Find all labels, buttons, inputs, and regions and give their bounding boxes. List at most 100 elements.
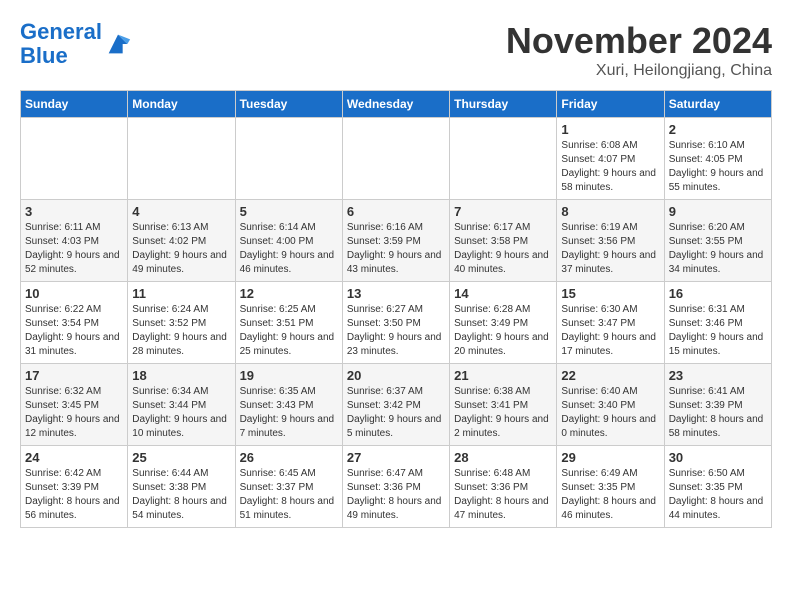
day-info: Sunrise: 6:44 AM Sunset: 3:38 PM Dayligh…	[132, 467, 230, 523]
calendar-cell: 26 Sunrise: 6:45 AM Sunset: 3:37 PM Dayli…	[235, 446, 342, 528]
calendar-cell	[128, 118, 235, 200]
day-number: 12	[240, 286, 338, 301]
day-info: Sunrise: 6:47 AM Sunset: 3:36 PM Dayligh…	[347, 467, 445, 523]
day-info: Sunrise: 6:31 AM Sunset: 3:46 PM Dayligh…	[669, 303, 767, 359]
day-number: 22	[561, 368, 659, 383]
logo: General Blue	[20, 20, 132, 68]
calendar-cell: 27 Sunrise: 6:47 AM Sunset: 3:36 PM Dayli…	[342, 446, 449, 528]
calendar-cell: 16Sunrise: 6:31 AM Sunset: 3:46 PM Dayli…	[664, 282, 771, 364]
calendar-header: SundayMondayTuesdayWednesdayThursdayFrid…	[21, 91, 772, 118]
day-info: Sunrise: 6:11 AM Sunset: 4:03 PM Dayligh…	[25, 221, 123, 277]
day-number: 21	[454, 368, 552, 383]
calendar-cell	[21, 118, 128, 200]
calendar-cell: 12 Sunrise: 6:25 AM Sunset: 3:51 PM Dayli…	[235, 282, 342, 364]
day-info: Sunrise: 6:20 AM Sunset: 3:55 PM Dayligh…	[669, 221, 767, 277]
calendar-cell: 22Sunrise: 6:40 AM Sunset: 3:40 PM Dayli…	[557, 364, 664, 446]
title-area: November 2024 Xuri, Heilongjiang, China	[506, 20, 772, 80]
day-number: 26	[240, 450, 338, 465]
weekday-header: Friday	[557, 91, 664, 118]
day-number: 24	[25, 450, 123, 465]
day-info: Sunrise: 6:37 AM Sunset: 3:42 PM Dayligh…	[347, 385, 445, 441]
calendar-cell: 1 Sunrise: 6:08 AM Sunset: 4:07 PM Daylig…	[557, 118, 664, 200]
calendar-body: 1 Sunrise: 6:08 AM Sunset: 4:07 PM Daylig…	[21, 118, 772, 528]
day-info: Sunrise: 6:38 AM Sunset: 3:41 PM Dayligh…	[454, 385, 552, 441]
calendar-cell: 30 Sunrise: 6:50 AM Sunset: 3:35 PM Dayli…	[664, 446, 771, 528]
calendar-cell: 29 Sunrise: 6:49 AM Sunset: 3:35 PM Dayli…	[557, 446, 664, 528]
day-number: 5	[240, 204, 338, 219]
day-info: Sunrise: 6:48 AM Sunset: 3:36 PM Dayligh…	[454, 467, 552, 523]
day-info: Sunrise: 6:25 AM Sunset: 3:51 PM Dayligh…	[240, 303, 338, 359]
day-info: Sunrise: 6:41 AM Sunset: 3:39 PM Dayligh…	[669, 385, 767, 441]
weekday-row: SundayMondayTuesdayWednesdayThursdayFrid…	[21, 91, 772, 118]
day-info: Sunrise: 6:24 AM Sunset: 3:52 PM Dayligh…	[132, 303, 230, 359]
calendar-cell: 10 Sunrise: 6:22 AM Sunset: 3:54 PM Dayli…	[21, 282, 128, 364]
day-info: Sunrise: 6:14 AM Sunset: 4:00 PM Dayligh…	[240, 221, 338, 277]
weekday-header: Wednesday	[342, 91, 449, 118]
day-info: Sunrise: 6:34 AM Sunset: 3:44 PM Dayligh…	[132, 385, 230, 441]
day-info: Sunrise: 6:42 AM Sunset: 3:39 PM Dayligh…	[25, 467, 123, 523]
day-number: 1	[561, 122, 659, 137]
day-number: 23	[669, 368, 767, 383]
calendar-cell: 7Sunrise: 6:17 AM Sunset: 3:58 PM Daylig…	[450, 200, 557, 282]
calendar-week-row: 24 Sunrise: 6:42 AM Sunset: 3:39 PM Dayli…	[21, 446, 772, 528]
calendar-cell: 6 Sunrise: 6:16 AM Sunset: 3:59 PM Daylig…	[342, 200, 449, 282]
calendar-cell	[342, 118, 449, 200]
calendar-cell: 25 Sunrise: 6:44 AM Sunset: 3:38 PM Dayli…	[128, 446, 235, 528]
day-number: 2	[669, 122, 767, 137]
calendar-cell: 9 Sunrise: 6:20 AM Sunset: 3:55 PM Daylig…	[664, 200, 771, 282]
day-number: 3	[25, 204, 123, 219]
day-info: Sunrise: 6:17 AM Sunset: 3:58 PM Dayligh…	[454, 221, 552, 277]
calendar-cell: 13Sunrise: 6:27 AM Sunset: 3:50 PM Dayli…	[342, 282, 449, 364]
calendar-week-row: 3 Sunrise: 6:11 AM Sunset: 4:03 PM Daylig…	[21, 200, 772, 282]
calendar-cell: 23 Sunrise: 6:41 AM Sunset: 3:39 PM Dayli…	[664, 364, 771, 446]
day-number: 19	[240, 368, 338, 383]
month-title: November 2024	[506, 20, 772, 62]
day-info: Sunrise: 6:32 AM Sunset: 3:45 PM Dayligh…	[25, 385, 123, 441]
day-number: 30	[669, 450, 767, 465]
calendar-cell: 2Sunrise: 6:10 AM Sunset: 4:05 PM Daylig…	[664, 118, 771, 200]
day-info: Sunrise: 6:08 AM Sunset: 4:07 PM Dayligh…	[561, 139, 659, 195]
calendar-cell: 28 Sunrise: 6:48 AM Sunset: 3:36 PM Dayli…	[450, 446, 557, 528]
weekday-header: Sunday	[21, 91, 128, 118]
day-number: 10	[25, 286, 123, 301]
calendar-cell: 3 Sunrise: 6:11 AM Sunset: 4:03 PM Daylig…	[21, 200, 128, 282]
day-number: 20	[347, 368, 445, 383]
calendar-cell: 21 Sunrise: 6:38 AM Sunset: 3:41 PM Dayli…	[450, 364, 557, 446]
calendar-cell: 15Sunrise: 6:30 AM Sunset: 3:47 PM Dayli…	[557, 282, 664, 364]
calendar-cell: 5 Sunrise: 6:14 AM Sunset: 4:00 PM Daylig…	[235, 200, 342, 282]
calendar-cell: 24 Sunrise: 6:42 AM Sunset: 3:39 PM Dayli…	[21, 446, 128, 528]
weekday-header: Thursday	[450, 91, 557, 118]
calendar-cell: 19Sunrise: 6:35 AM Sunset: 3:43 PM Dayli…	[235, 364, 342, 446]
day-number: 17	[25, 368, 123, 383]
calendar-cell: 8Sunrise: 6:19 AM Sunset: 3:56 PM Daylig…	[557, 200, 664, 282]
day-info: Sunrise: 6:30 AM Sunset: 3:47 PM Dayligh…	[561, 303, 659, 359]
day-number: 29	[561, 450, 659, 465]
day-number: 25	[132, 450, 230, 465]
calendar-week-row: 17 Sunrise: 6:32 AM Sunset: 3:45 PM Dayli…	[21, 364, 772, 446]
calendar-cell: 14Sunrise: 6:28 AM Sunset: 3:49 PM Dayli…	[450, 282, 557, 364]
weekday-header: Saturday	[664, 91, 771, 118]
day-number: 8	[561, 204, 659, 219]
logo-blue: Blue	[20, 43, 68, 68]
day-number: 18	[132, 368, 230, 383]
day-info: Sunrise: 6:13 AM Sunset: 4:02 PM Dayligh…	[132, 221, 230, 277]
day-info: Sunrise: 6:16 AM Sunset: 3:59 PM Dayligh…	[347, 221, 445, 277]
day-number: 6	[347, 204, 445, 219]
day-number: 28	[454, 450, 552, 465]
weekday-header: Monday	[128, 91, 235, 118]
day-info: Sunrise: 6:45 AM Sunset: 3:37 PM Dayligh…	[240, 467, 338, 523]
calendar-cell: 4Sunrise: 6:13 AM Sunset: 4:02 PM Daylig…	[128, 200, 235, 282]
day-info: Sunrise: 6:49 AM Sunset: 3:35 PM Dayligh…	[561, 467, 659, 523]
day-info: Sunrise: 6:22 AM Sunset: 3:54 PM Dayligh…	[25, 303, 123, 359]
calendar-cell: 18 Sunrise: 6:34 AM Sunset: 3:44 PM Dayli…	[128, 364, 235, 446]
location-title: Xuri, Heilongjiang, China	[506, 62, 772, 80]
calendar-cell: 17 Sunrise: 6:32 AM Sunset: 3:45 PM Dayli…	[21, 364, 128, 446]
day-number: 27	[347, 450, 445, 465]
day-info: Sunrise: 6:50 AM Sunset: 3:35 PM Dayligh…	[669, 467, 767, 523]
day-number: 9	[669, 204, 767, 219]
calendar-cell: 11 Sunrise: 6:24 AM Sunset: 3:52 PM Dayli…	[128, 282, 235, 364]
header: General Blue November 2024 Xuri, Heilong…	[20, 20, 772, 80]
day-number: 11	[132, 286, 230, 301]
day-number: 14	[454, 286, 552, 301]
calendar: SundayMondayTuesdayWednesdayThursdayFrid…	[20, 90, 772, 528]
